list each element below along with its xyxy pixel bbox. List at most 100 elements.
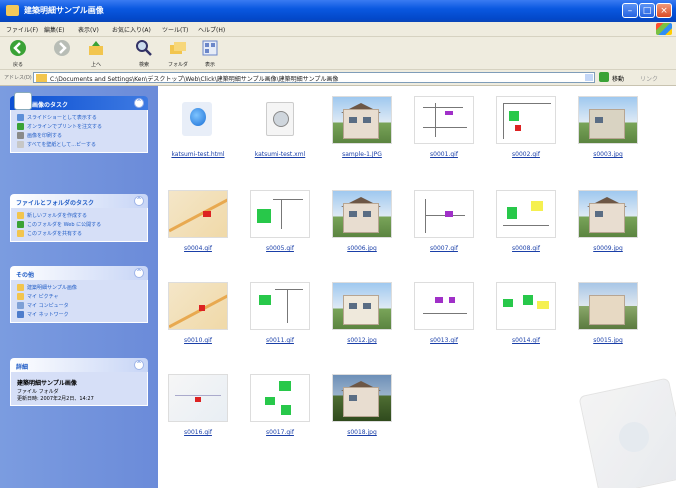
plan-line [423, 107, 463, 108]
file-item[interactable]: s0012.jpg [322, 282, 392, 362]
task-copy-to-cd[interactable]: すべてを壁紙として...ピーする [11, 140, 147, 149]
file-name: s0006.jpg [347, 245, 377, 252]
file-item[interactable]: s0005.gif [240, 190, 310, 270]
task-publish-web[interactable]: このフォルダを Web に公開する [11, 220, 147, 229]
place-my-network[interactable]: マイ ネットワーク [11, 310, 147, 319]
file-item[interactable]: s0003.jpg [568, 96, 638, 176]
task-slideshow[interactable]: スライドショーとして表示する [11, 113, 147, 122]
details-title: 詳細 [16, 364, 29, 371]
file-item[interactable]: s0006.jpg [322, 190, 392, 270]
toolbar: 戻る 上へ 検索 フォルダ 表示 [0, 37, 676, 70]
file-name: s0017.gif [266, 429, 294, 436]
file-item[interactable]: s0004.gif [158, 190, 228, 270]
up-button[interactable]: 上へ [84, 39, 108, 68]
file-name: s0010.gif [184, 337, 212, 344]
file-item[interactable]: katsumi-test.html [158, 96, 228, 176]
file-tasks-title: ファイルとフォルダのタスク [16, 200, 95, 207]
menu-view[interactable]: 表示(V) [78, 25, 99, 34]
details-panel: 詳細 ^ 建築明細サンプル画像 ファイル フォルダ 更新日時: 2007年2月2… [10, 358, 148, 406]
file-name: s0001.gif [430, 151, 458, 158]
image-tasks-header[interactable]: 画像のタスク ^ [10, 92, 148, 110]
house-photo [589, 109, 625, 139]
task-new-folder[interactable]: 新しいフォルダを作成する [11, 211, 147, 220]
plan-line [275, 289, 303, 290]
go-arrow-icon[interactable] [599, 72, 609, 82]
other-places-title: その他 [16, 272, 35, 279]
minimize-button[interactable]: – [622, 3, 638, 18]
file-name: s0007.gif [430, 245, 458, 252]
file-item[interactable]: s0008.gif [486, 190, 556, 270]
map-line [175, 395, 221, 396]
house-photo [589, 203, 625, 233]
file-item[interactable]: s0016.gif [158, 374, 228, 454]
file-thumbnail [250, 96, 310, 144]
search-button[interactable]: 検索 [132, 39, 156, 68]
views-icon [202, 40, 218, 56]
back-button[interactable]: 戻る [6, 39, 30, 68]
plan-highlight [279, 381, 291, 391]
plan-thumbnail [496, 282, 556, 330]
plan-highlight [445, 111, 453, 115]
explorer-window: 建築明細サンプル画像 – □ × ファイル(F) 編集(E) 表示(V) お気に… [0, 0, 676, 488]
task-label: スライドショーとして表示する [27, 115, 97, 121]
views-button[interactable]: 表示 [198, 39, 222, 68]
image-tasks-body: スライドショーとして表示する オンラインでプリントを注文する 画像を印刷する す… [10, 110, 148, 153]
plan-line [503, 225, 549, 226]
file-item[interactable]: katsumi-test.xml [240, 96, 310, 176]
file-item[interactable]: s0001.gif [404, 96, 474, 176]
file-item[interactable]: s0009.jpg [568, 190, 638, 270]
file-item[interactable]: s0015.jpg [568, 282, 638, 362]
file-item[interactable]: s0007.gif [404, 190, 474, 270]
plan-highlight [281, 405, 291, 415]
house-photo [589, 295, 625, 325]
links-button[interactable]: リンク [640, 74, 658, 83]
place-parent-folder[interactable]: 建築明細サンプル画像 [11, 283, 147, 292]
menu-file[interactable]: ファイル(F) [6, 25, 38, 34]
other-places-header[interactable]: その他 ^ [10, 266, 148, 280]
menu-edit[interactable]: 編集(E) [44, 25, 64, 34]
file-name: s0009.jpg [593, 245, 623, 252]
file-name: s0018.jpg [347, 429, 377, 436]
folders-button[interactable]: フォルダ [166, 39, 190, 68]
file-name: s0016.gif [184, 429, 212, 436]
forward-button[interactable] [50, 39, 74, 61]
address-input[interactable]: C:\Documents and Settings\Ken\デスクトップ\Web… [33, 72, 595, 83]
collapse-icon[interactable]: ^ [134, 98, 144, 108]
house-window [349, 303, 357, 309]
menu-favorites[interactable]: お気に入り(A) [112, 25, 151, 34]
file-item[interactable]: sample-1.JPG [322, 96, 392, 176]
plan-highlight [507, 207, 517, 219]
task-order-prints[interactable]: オンラインでプリントを注文する [11, 122, 147, 131]
collapse-icon[interactable]: ^ [134, 360, 144, 370]
file-name: s0013.gif [430, 337, 458, 344]
place-my-computer[interactable]: マイ コンピュータ [11, 301, 147, 310]
menu-help[interactable]: ヘルプ(H) [198, 25, 225, 34]
file-item[interactable]: s0002.gif [486, 96, 556, 176]
file-item[interactable]: s0014.gif [486, 282, 556, 362]
title-bar[interactable]: 建築明細サンプル画像 – □ × [0, 0, 676, 22]
collapse-icon[interactable]: ^ [134, 196, 144, 206]
plan-line [503, 103, 504, 139]
maximize-button[interactable]: □ [639, 3, 655, 18]
place-my-pictures[interactable]: マイ ピクチャ [11, 292, 147, 301]
file-item[interactable]: s0013.gif [404, 282, 474, 362]
go-button[interactable]: 移動 [612, 74, 624, 83]
task-print[interactable]: 画像を印刷する [11, 131, 147, 140]
file-tasks-header[interactable]: ファイルとフォルダのタスク ^ [10, 194, 148, 208]
chevron-down-icon[interactable] [585, 74, 593, 81]
plan-highlight [265, 397, 275, 405]
file-name: s0004.gif [184, 245, 212, 252]
file-item[interactable]: s0018.jpg [322, 374, 392, 454]
map-marker [203, 211, 211, 217]
file-item[interactable]: s0010.gif [158, 282, 228, 362]
file-item[interactable]: s0011.gif [240, 282, 310, 362]
new-folder-icon [17, 212, 24, 219]
collapse-icon[interactable]: ^ [134, 268, 144, 278]
file-item[interactable]: s0017.gif [240, 374, 310, 454]
task-share-folder[interactable]: このフォルダを共有する [11, 229, 147, 238]
menu-tools[interactable]: ツール(T) [162, 25, 188, 34]
plan-line [423, 127, 467, 128]
plan-thumbnail [414, 190, 474, 238]
details-header[interactable]: 詳細 ^ [10, 358, 148, 372]
close-button[interactable]: × [656, 3, 672, 18]
